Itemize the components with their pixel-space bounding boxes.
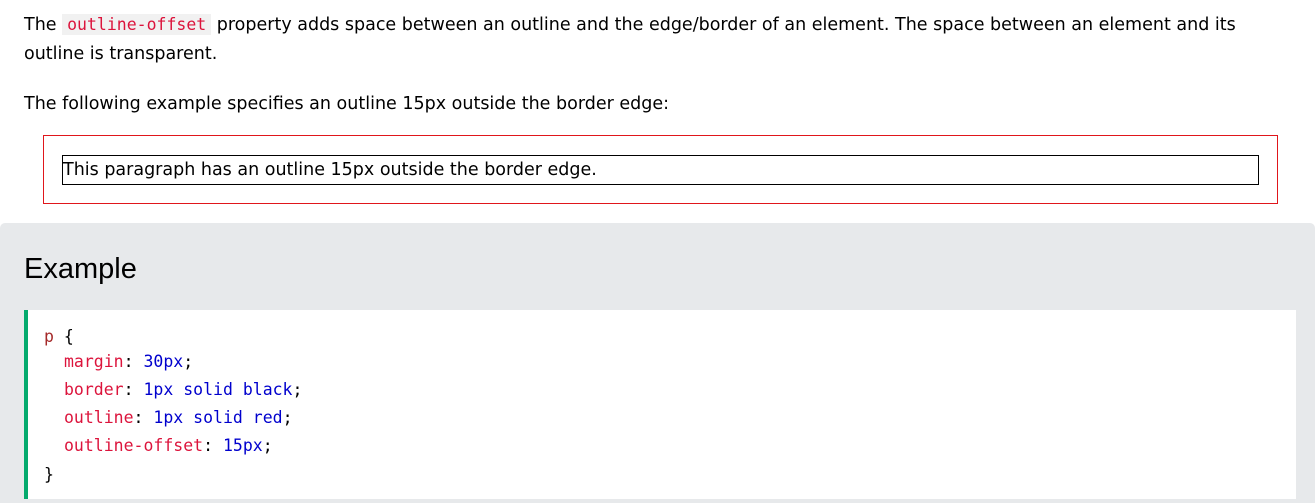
demo-paragraph: This paragraph has an outline 15px outsi… (62, 155, 1259, 185)
example-title: Example (24, 253, 137, 285)
example-panel: Example p { margin: 30px; border: 1px so… (0, 223, 1315, 503)
intro-text-start: The (24, 15, 63, 35)
css-value: 1px solid red (153, 408, 283, 427)
css-property: outline (64, 408, 134, 427)
css-property: margin (64, 352, 124, 371)
code-line-close: } (44, 464, 54, 486)
css-selector: p (44, 327, 54, 346)
open-brace: { (63, 327, 74, 346)
inline-code-outline-offset: outline-offset (62, 14, 212, 35)
code-declaration: outline-offset: 15px; (64, 436, 273, 455)
code-declaration: border: 1px solid black; (64, 380, 303, 399)
intro-paragraph: The outline-offset property adds space b… (24, 10, 1284, 69)
example-description: The following example specifies an outli… (24, 94, 669, 114)
close-brace: } (44, 465, 54, 484)
code-line-selector: p { (44, 326, 74, 348)
css-value: 15px (222, 436, 263, 455)
css-property: border (64, 380, 124, 399)
css-value: 30px (143, 352, 184, 371)
code-block: p { margin: 30px; border: 1px solid blac… (24, 310, 1296, 499)
css-value: 1px solid black (143, 380, 293, 399)
code-declaration: margin: 30px; (64, 352, 194, 371)
css-property: outline-offset (64, 436, 204, 455)
code-declaration: outline: 1px solid red; (64, 408, 293, 427)
